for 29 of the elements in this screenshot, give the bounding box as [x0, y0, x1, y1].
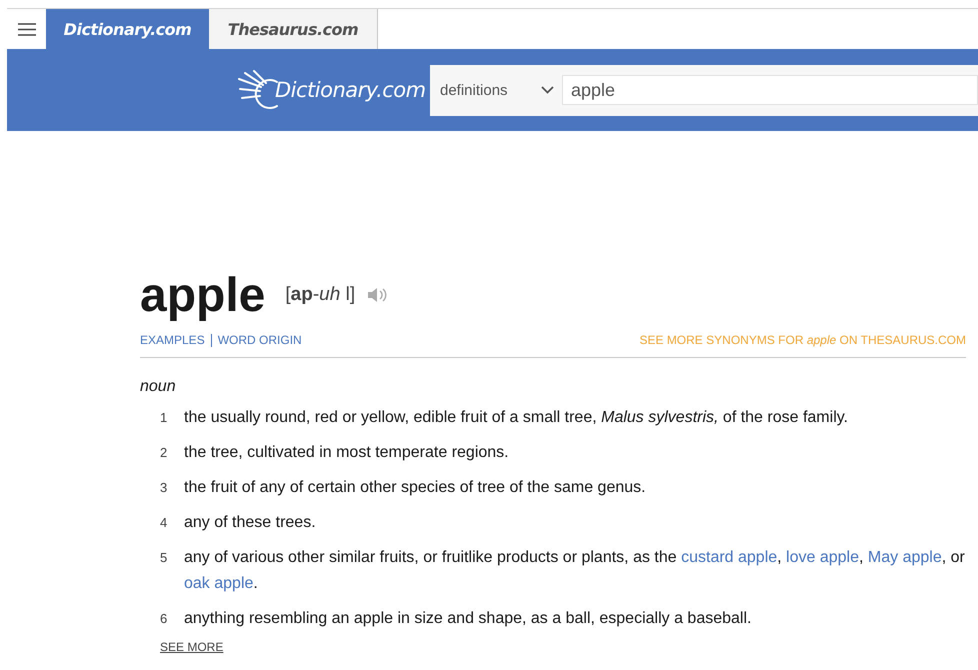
pronunciation: [ap-uh l] [285, 284, 356, 306]
see-more-link[interactable]: SEE MORE [160, 640, 224, 654]
definition-number: 1 [160, 409, 168, 427]
definition-text: the usually round, red or yellow, edible fruit of a small tree, Malus sylvestris, of the rose family. [184, 408, 849, 428]
section-link[interactable]: WORD ORIGIN [218, 333, 302, 347]
category-dropdown[interactable]: definitions [440, 64, 562, 116]
logo-text[interactable]: Dictionary.com [275, 78, 426, 102]
definition-number: 5 [160, 549, 168, 567]
word-link[interactable]: May apple [868, 549, 942, 566]
definition-number: 3 [160, 479, 168, 497]
definition-number: 2 [160, 444, 168, 462]
site-tab[interactable]: Thesaurus.com [209, 9, 378, 49]
word-link[interactable]: love apple [786, 549, 859, 566]
search-field[interactable]: apple [562, 75, 978, 105]
menu-icon [18, 22, 36, 36]
definition-text: the tree, cultivated in most temperate regions. [184, 443, 510, 463]
part-of-speech: noun [140, 378, 177, 396]
word-link[interactable]: custard apple [681, 549, 778, 566]
definition-number: 4 [160, 514, 168, 532]
headword: apple [140, 268, 266, 322]
site-tab[interactable]: Dictionary.com [46, 9, 209, 49]
definition-text: any of various other similar fruits, or fruitlike products or plants, as the custard apple, love apple, May apple, or oak apple. [184, 548, 966, 594]
definition-text: any of these trees. [184, 513, 317, 533]
section-link[interactable]: EXAMPLES [140, 333, 205, 347]
word-link[interactable]: oak apple [184, 575, 254, 592]
definition-number: 6 [160, 610, 168, 628]
definition-text: the fruit of any of certain other species of tree of the same genus. [184, 478, 647, 498]
chevron-down-icon [541, 86, 554, 94]
definition-text: anything resembling an apple in size and shape, as a ball, especially a baseball. [184, 609, 752, 629]
